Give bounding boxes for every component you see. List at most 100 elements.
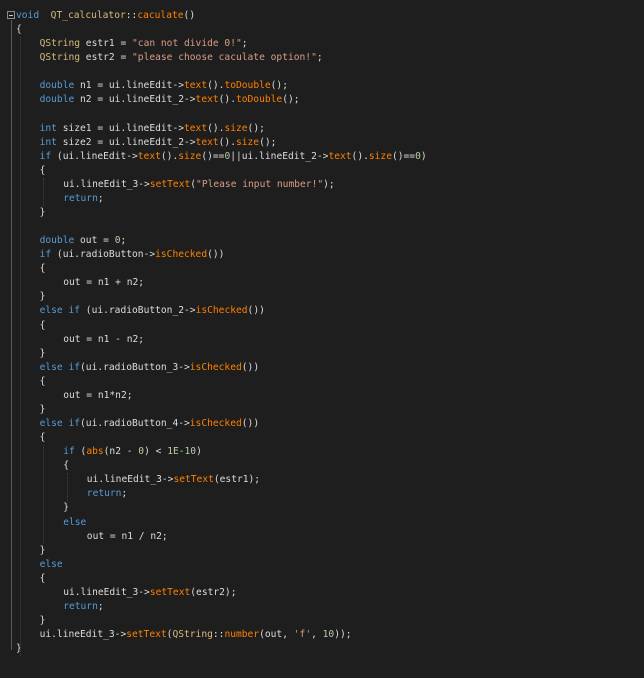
code-token: QString bbox=[39, 52, 81, 64]
code-token: ) bbox=[420, 150, 427, 162]
code-token: return bbox=[63, 192, 98, 204]
code-token: setText bbox=[149, 178, 191, 190]
code-line-text: } bbox=[40, 403, 46, 417]
indent-guide bbox=[66, 473, 68, 502]
code-line-text: double out = 0; bbox=[40, 234, 127, 248]
code-token: ); bbox=[323, 178, 335, 190]
code-line-text: } bbox=[40, 206, 46, 220]
code-token: (). bbox=[207, 80, 225, 92]
code-token: 1E-10 bbox=[167, 446, 197, 458]
code-token: double bbox=[39, 80, 75, 92]
code-token: 'f' bbox=[293, 629, 312, 641]
code-token: ; bbox=[97, 600, 104, 612]
code-line-text: out = n1 / n2; bbox=[87, 530, 168, 544]
code-token: setText bbox=[126, 629, 167, 641]
code-token: "Please input number!" bbox=[196, 178, 324, 190]
code-token: toDouble bbox=[235, 94, 283, 106]
code-line-text: if (ui.radioButton->isChecked()) bbox=[40, 248, 225, 262]
code-token: (). bbox=[218, 136, 236, 148]
code-token: :: bbox=[212, 629, 225, 641]
code-token: "please choose caculate option!" bbox=[132, 52, 317, 64]
indent-guide bbox=[19, 37, 21, 657]
code-token: ()) bbox=[241, 418, 260, 430]
code-token: n2 = ui.lineEdit_2-> bbox=[74, 94, 196, 106]
code-token: setText bbox=[149, 586, 191, 598]
collapse-minus-icon[interactable] bbox=[7, 11, 15, 19]
code-token: :: bbox=[125, 10, 138, 21]
code-token: size2 = ui.lineEdit_2-> bbox=[56, 136, 196, 148]
code-token: { bbox=[16, 24, 22, 36]
code-line-text: } bbox=[40, 347, 46, 361]
code-token: if bbox=[63, 446, 75, 458]
code-token: size bbox=[224, 122, 248, 134]
code-token: (out, bbox=[259, 629, 294, 641]
code-token: caculate bbox=[137, 10, 184, 21]
code-token: double bbox=[39, 235, 75, 247]
code-line-text: return; bbox=[63, 192, 103, 206]
code-token: ; bbox=[121, 488, 128, 500]
code-line-text: } bbox=[40, 544, 46, 558]
code-token: if bbox=[39, 150, 52, 162]
code-token: toDouble bbox=[224, 80, 271, 92]
code-token: (); bbox=[270, 80, 288, 92]
code-token: size1 = ui.lineEdit-> bbox=[56, 122, 184, 134]
code-line-text: else if (ui.radioButton_2->isChecked()) bbox=[40, 304, 265, 318]
code-token: ; bbox=[120, 235, 127, 247]
code-token: (); bbox=[282, 94, 300, 106]
code-line-text: return; bbox=[87, 487, 127, 501]
code-token: (ui.radioButton_2-> bbox=[80, 305, 196, 317]
code-line-text: { bbox=[40, 572, 46, 586]
code-token: ()) bbox=[247, 305, 265, 317]
code-token: 10 bbox=[322, 629, 335, 641]
code-token: QString bbox=[172, 629, 213, 641]
code-token: else bbox=[39, 558, 63, 570]
code-token: return bbox=[86, 488, 122, 500]
code-token: if bbox=[39, 249, 52, 261]
code-token: out = n1 + n2; bbox=[63, 277, 145, 289]
fold-line bbox=[11, 20, 12, 650]
code-token: (ui.radioButton_3-> bbox=[80, 361, 190, 373]
code-token: out = bbox=[74, 235, 115, 247]
code-token: out = n1 - n2; bbox=[63, 333, 145, 345]
code-line-text: out = n1 - n2; bbox=[63, 333, 144, 347]
code-token: (). bbox=[218, 94, 236, 106]
code-token: } bbox=[39, 615, 46, 626]
code-line-text: double n2 = ui.lineEdit_2->text().toDoub… bbox=[40, 93, 300, 107]
code-line-text: } bbox=[63, 501, 69, 515]
code-token: (); bbox=[247, 122, 265, 134]
code-token: { bbox=[39, 319, 46, 331]
code-token: } bbox=[39, 291, 46, 303]
code-token: else if bbox=[39, 418, 81, 430]
code-line-text: return; bbox=[63, 600, 103, 614]
code-token: out = n1 / n2; bbox=[86, 530, 168, 542]
code-token: (n2 - bbox=[103, 446, 139, 458]
code-token: else if bbox=[39, 305, 81, 317]
code-line-text: else bbox=[40, 558, 63, 572]
code-line-text: { bbox=[63, 459, 69, 473]
code-line-text: double n1 = ui.lineEdit->text().toDouble… bbox=[40, 79, 288, 93]
code-token: (ui.radioButton_4-> bbox=[80, 418, 190, 430]
code-token: } bbox=[39, 403, 46, 415]
code-line-text: ui.lineEdit_3->setText(estr1); bbox=[87, 473, 260, 487]
code-token: { bbox=[39, 164, 46, 176]
code-line-text: int size1 = ui.lineEdit->text().size(); bbox=[40, 122, 265, 136]
code-token: else bbox=[63, 516, 87, 528]
code-line-text: { bbox=[16, 23, 22, 37]
code-token: { bbox=[39, 572, 46, 584]
code-editor[interactable]: void QT_calculator::caculate(){QString e… bbox=[0, 0, 644, 678]
code-token: ()) bbox=[207, 249, 225, 261]
code-line-text: { bbox=[40, 319, 46, 333]
code-line-text: else if(ui.radioButton_4->isChecked()) bbox=[40, 417, 260, 431]
code-token: } bbox=[39, 206, 46, 218]
code-token: size bbox=[178, 150, 202, 162]
code-token: else if bbox=[39, 361, 81, 373]
code-token: ; bbox=[241, 38, 248, 50]
code-token: { bbox=[39, 263, 46, 275]
code-token: } bbox=[63, 502, 69, 514]
code-token: (). bbox=[160, 150, 179, 162]
code-token: text bbox=[184, 80, 208, 92]
code-line-text: } bbox=[40, 614, 46, 628]
code-token: (ui.lineEdit-> bbox=[51, 150, 138, 162]
code-line-text: out = n1 + n2; bbox=[63, 276, 144, 290]
